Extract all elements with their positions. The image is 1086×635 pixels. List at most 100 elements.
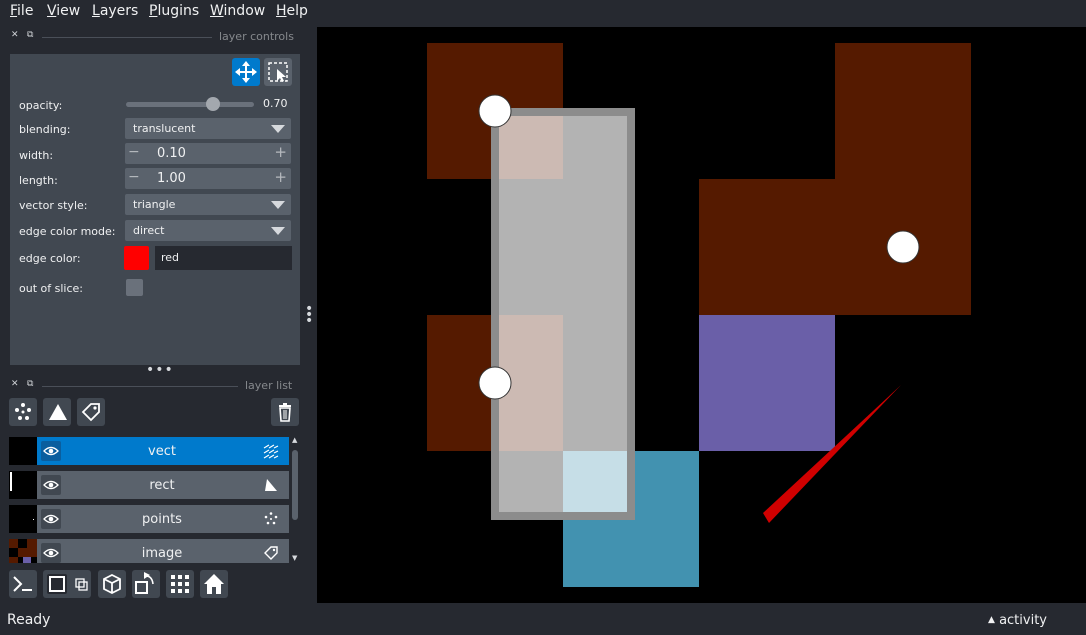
layer-thumbnail	[9, 505, 37, 533]
width-label: width:	[19, 149, 54, 162]
layer-row-image[interactable]: image	[9, 539, 289, 563]
move-arrows-icon	[235, 61, 257, 83]
eye-icon	[43, 446, 59, 456]
layer-thumbnail	[9, 471, 37, 499]
edge-color-input[interactable]: red	[155, 246, 292, 270]
visibility-toggle[interactable]	[41, 543, 61, 563]
viewer-canvas[interactable]	[317, 27, 1086, 603]
vector-style-label: vector style:	[19, 199, 88, 212]
delete-layer-button[interactable]	[271, 398, 299, 426]
layer-name[interactable]: points	[97, 512, 227, 527]
new-labels-layer-button[interactable]	[77, 398, 105, 426]
transpose-dims-button[interactable]	[132, 570, 160, 598]
width-spinbox[interactable]: − 0.10 +	[125, 143, 291, 164]
dock-divider	[42, 386, 238, 387]
shapes-icon	[265, 479, 277, 491]
roll-dims-button[interactable]	[98, 570, 126, 598]
grid-icon	[171, 575, 189, 593]
menu-file[interactable]: File	[10, 3, 33, 19]
points-icon	[15, 403, 31, 420]
console-button[interactable]	[9, 570, 37, 598]
menu-view[interactable]: View	[47, 3, 80, 19]
new-shapes-layer-button[interactable]	[43, 398, 71, 426]
edge-color-swatch[interactable]	[124, 246, 149, 270]
scroll-up-icon[interactable]: ▲	[292, 436, 297, 444]
layer-list-dock-title: ✕ ⧉ layer list	[10, 379, 300, 393]
menu-help[interactable]: Help	[276, 3, 308, 19]
ndisplay-toggle-button[interactable]	[43, 570, 91, 598]
float-dock-icon[interactable]: ⧉	[27, 379, 33, 389]
scrollbar-thumb[interactable]	[292, 450, 298, 520]
home-icon	[204, 574, 224, 594]
opacity-slider[interactable]	[126, 102, 254, 107]
close-dock-icon[interactable]: ✕	[11, 30, 19, 40]
grid-view-button[interactable]	[166, 570, 194, 598]
layer-controls-title: layer controls	[219, 30, 294, 43]
layer-name[interactable]: image	[97, 546, 227, 561]
menu-layers[interactable]: Layers	[92, 3, 138, 19]
out-of-slice-checkbox[interactable]	[126, 279, 143, 296]
close-dock-icon[interactable]: ✕	[11, 379, 19, 389]
layer-controls-panel: opacity: 0.70 blending: translucent widt…	[10, 54, 300, 365]
dock-resize-handle-icon[interactable]: • • •	[305, 302, 313, 328]
dock-divider	[42, 37, 212, 38]
2d-3d-toggle-icon	[47, 574, 88, 594]
chevron-down-icon	[271, 227, 285, 235]
length-spinbox[interactable]: − 1.00 +	[125, 168, 291, 189]
layer-controls-dock-title: ✕ ⧉ layer controls	[10, 30, 300, 44]
canvas-scene[interactable]	[317, 27, 1086, 603]
points-icon	[264, 512, 278, 525]
new-points-layer-button[interactable]	[9, 398, 37, 426]
minus-icon[interactable]: −	[128, 144, 140, 160]
edge-color-mode-select[interactable]: direct	[125, 220, 291, 241]
select-vectors-button[interactable]	[264, 58, 292, 86]
float-dock-icon[interactable]: ⧉	[27, 30, 33, 40]
layer-thumbnail	[9, 539, 37, 563]
cube-icon	[103, 573, 121, 595]
terminal-icon	[13, 576, 32, 592]
rect-layer	[491, 108, 635, 520]
layer-name[interactable]: vect	[97, 444, 227, 459]
minus-icon[interactable]: −	[128, 169, 140, 185]
menu-bar: File View Layers Plugins Window Help	[0, 0, 1086, 24]
layer-row-points[interactable]: points	[9, 505, 289, 533]
edge-color-mode-label: edge color mode:	[19, 225, 116, 238]
layer-list-title: layer list	[245, 379, 293, 392]
blending-label: blending:	[19, 123, 71, 136]
eye-icon	[43, 548, 59, 558]
visibility-toggle[interactable]	[41, 441, 61, 461]
vectors-icon	[263, 444, 279, 459]
chevron-down-icon	[271, 125, 285, 133]
reset-view-button[interactable]	[200, 570, 228, 598]
chevron-down-icon	[271, 201, 285, 209]
visibility-toggle[interactable]	[41, 509, 61, 529]
menu-plugins[interactable]: Plugins	[149, 3, 199, 19]
activity-toggle[interactable]: ▲ activity	[988, 613, 1047, 628]
plus-icon[interactable]: +	[274, 168, 287, 186]
opacity-slider-handle[interactable]	[206, 97, 220, 111]
pan-zoom-button[interactable]	[232, 58, 260, 86]
opacity-value: 0.70	[263, 97, 288, 110]
plus-icon[interactable]: +	[274, 143, 287, 161]
out-of-slice-label: out of slice:	[19, 282, 83, 295]
layer-name[interactable]: rect	[97, 478, 227, 493]
layer-thumbnail	[9, 437, 37, 465]
transpose-icon	[135, 572, 154, 594]
layer-row-rect[interactable]: rect	[9, 471, 289, 499]
select-icon	[268, 62, 288, 82]
label-tag-icon	[81, 403, 100, 422]
vector-style-select[interactable]: triangle	[125, 194, 291, 215]
layer-list-scrollbar[interactable]: ▲ ▼	[291, 436, 299, 562]
scroll-down-icon[interactable]: ▼	[292, 554, 297, 562]
trash-icon	[279, 403, 291, 422]
menu-window[interactable]: Window	[210, 3, 265, 19]
visibility-toggle[interactable]	[41, 475, 61, 495]
splitter-handle-icon[interactable]: •••	[146, 362, 174, 378]
layer-row-vect[interactable]: vect	[9, 437, 289, 465]
shapes-icon	[49, 404, 67, 420]
blending-select[interactable]: translucent	[125, 118, 291, 139]
eye-icon	[43, 514, 59, 524]
edge-color-label: edge color:	[19, 252, 81, 265]
caret-up-icon: ▲	[988, 615, 995, 625]
status-text: Ready	[7, 612, 51, 628]
